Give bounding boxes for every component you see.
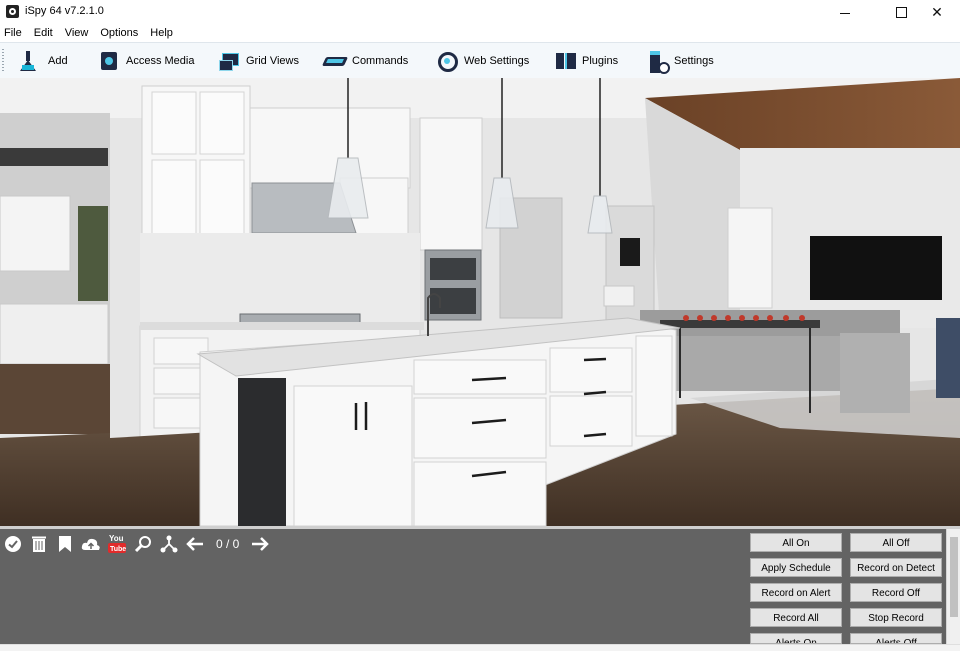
- menu-view[interactable]: View: [59, 27, 95, 39]
- commands-button[interactable]: Commands: [324, 48, 408, 74]
- alerts-on-button[interactable]: Alerts On: [750, 633, 842, 644]
- minimize-icon: [840, 12, 850, 14]
- add-label: Add: [48, 55, 68, 67]
- camera-feed-image: [0, 78, 960, 526]
- menu-edit[interactable]: Edit: [28, 27, 59, 39]
- grid-views-label: Grid Views: [246, 55, 299, 67]
- grid-views-icon: [218, 50, 240, 72]
- share-icon[interactable]: [156, 532, 182, 556]
- menu-file[interactable]: File: [0, 27, 28, 39]
- svg-text:Tube: Tube: [110, 546, 126, 553]
- record-on-detect-button[interactable]: Record on Detect: [850, 558, 942, 577]
- camera-view[interactable]: [0, 78, 960, 526]
- add-button[interactable]: Add: [20, 48, 68, 74]
- plugins-button[interactable]: Plugins: [554, 48, 618, 74]
- close-button[interactable]: ✕: [914, 0, 960, 24]
- check-icon[interactable]: [0, 532, 26, 556]
- youtube-icon[interactable]: You Tube: [104, 532, 130, 556]
- add-flask-icon: [20, 50, 42, 72]
- record-all-button[interactable]: Record All: [750, 608, 842, 627]
- access-media-label: Access Media: [126, 55, 195, 67]
- control-panel-scrollbar[interactable]: [946, 529, 960, 644]
- web-settings-label: Web Settings: [464, 55, 530, 67]
- settings-icon: [646, 50, 670, 74]
- apply-schedule-button[interactable]: Apply Schedule: [750, 558, 842, 577]
- toolbar-grip[interactable]: [2, 49, 4, 73]
- ispy-app-icon: [6, 5, 19, 18]
- alerts-off-button[interactable]: Alerts Off: [850, 633, 942, 644]
- record-off-button[interactable]: Record Off: [850, 583, 942, 602]
- menu-help[interactable]: Help: [144, 27, 179, 39]
- arrow-left-icon[interactable]: [182, 532, 208, 556]
- access-media-icon: [98, 50, 120, 72]
- trash-icon[interactable]: [26, 532, 52, 556]
- bookmark-icon[interactable]: [52, 532, 78, 556]
- settings-label: Settings: [674, 55, 714, 67]
- page-counter: 0 / 0: [216, 537, 240, 551]
- main-toolbar: Add Access Media Grid Views Commands Web…: [0, 42, 960, 80]
- cloud-upload-icon[interactable]: [78, 532, 104, 556]
- menu-bar: File Edit View Options Help: [0, 24, 960, 42]
- search-icon[interactable]: [130, 532, 156, 556]
- settings-button[interactable]: Settings: [646, 48, 714, 74]
- record-on-alert-button[interactable]: Record on Alert: [750, 583, 842, 602]
- window-title: iSpy 64 v7.2.1.0: [25, 5, 104, 17]
- web-settings-icon: [436, 50, 458, 72]
- plugins-icon: [554, 50, 576, 72]
- title-bar: iSpy 64 v7.2.1.0 ✕: [0, 0, 960, 24]
- commands-label: Commands: [352, 55, 409, 67]
- stop-record-button[interactable]: Stop Record: [850, 608, 942, 627]
- commands-icon: [324, 50, 346, 72]
- panel-splitter[interactable]: [0, 526, 960, 529]
- arrow-right-icon[interactable]: [247, 532, 273, 556]
- web-settings-button[interactable]: Web Settings: [436, 48, 529, 74]
- minimize-button[interactable]: [822, 0, 868, 24]
- media-toolbar: You Tube 0 / 0: [0, 532, 273, 556]
- all-on-button[interactable]: All On: [750, 533, 842, 552]
- menu-options[interactable]: Options: [94, 27, 144, 39]
- grid-views-button[interactable]: Grid Views: [218, 48, 299, 74]
- bottom-control-panel: You Tube 0 / 0 All On All Off Apply Sched…: [0, 526, 960, 644]
- maximize-icon: [895, 6, 907, 18]
- access-media-button[interactable]: Access Media: [98, 48, 194, 74]
- svg-text:You: You: [109, 534, 124, 543]
- all-off-button[interactable]: All Off: [850, 533, 942, 552]
- plugins-label: Plugins: [582, 55, 619, 67]
